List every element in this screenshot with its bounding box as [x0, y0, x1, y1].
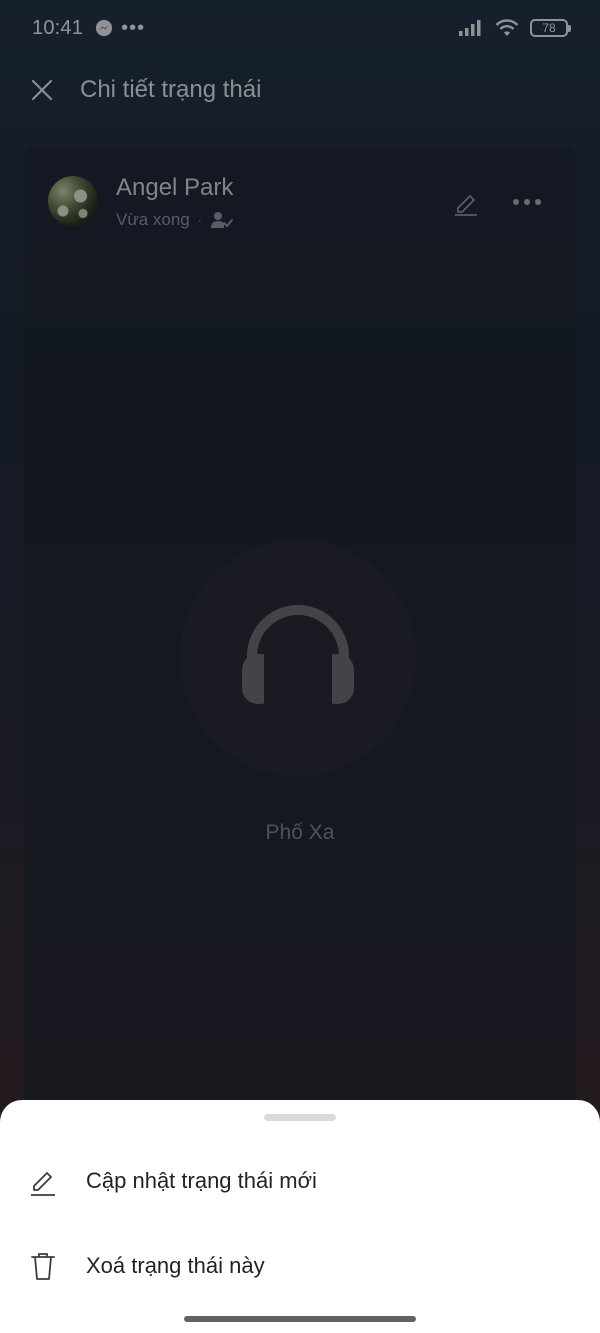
- update-status-label: Cập nhật trạng thái mới: [86, 1168, 317, 1193]
- delete-status-label: Xoá trạng thái này: [86, 1253, 265, 1278]
- update-status-option[interactable]: Cập nhật trạng thái mới: [0, 1146, 600, 1216]
- home-indicator[interactable]: [184, 1316, 416, 1322]
- pencil-icon: [31, 1172, 55, 1196]
- delete-status-option[interactable]: Xoá trạng thái này: [0, 1231, 600, 1301]
- trash-icon: [31, 1253, 55, 1280]
- sheet-grabber[interactable]: [264, 1114, 336, 1121]
